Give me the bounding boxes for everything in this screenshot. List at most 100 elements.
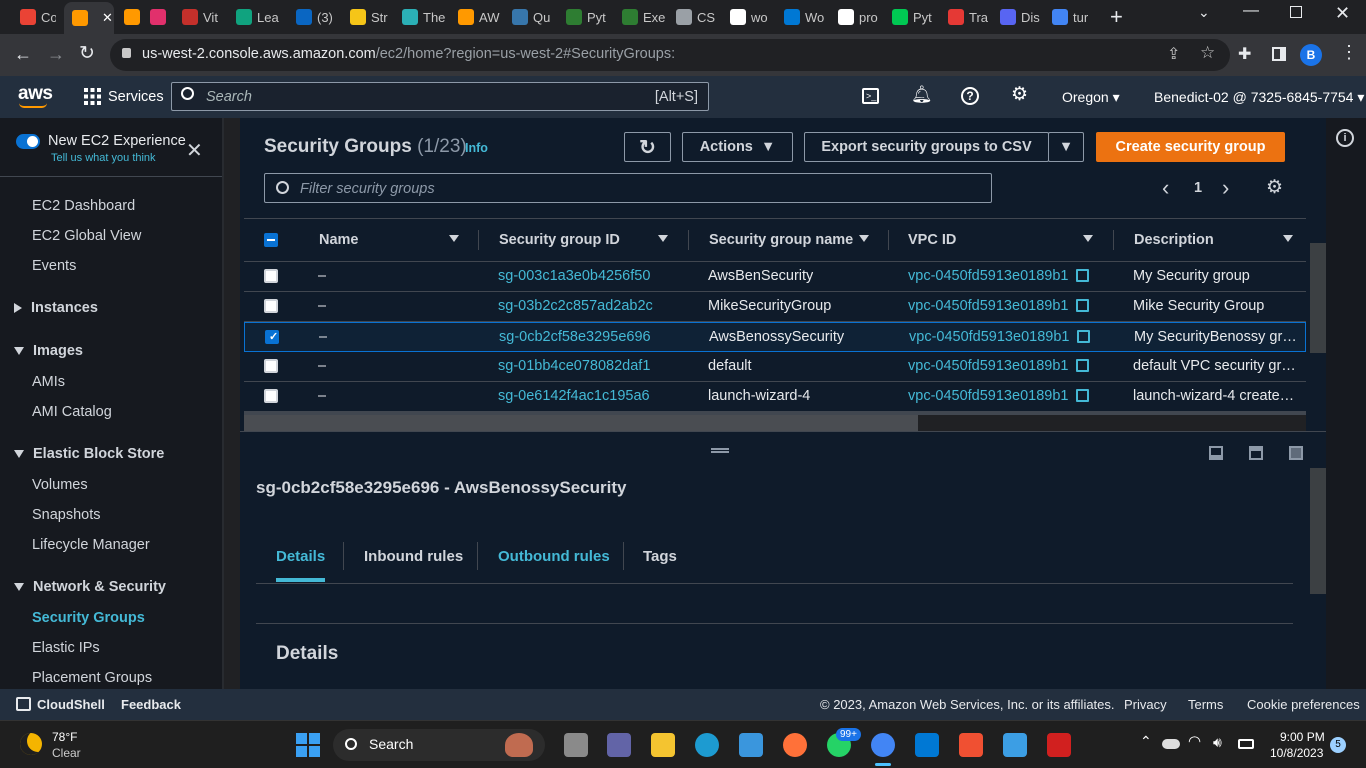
layout-bottom-icon[interactable] bbox=[1209, 446, 1223, 460]
export-csv-button[interactable]: Export security groups to CSV bbox=[804, 132, 1049, 162]
select-all-checkbox[interactable] bbox=[264, 233, 278, 247]
tab-search-icon[interactable]: ⌄ bbox=[1198, 4, 1210, 21]
browser-tab[interactable]: ✕ bbox=[64, 2, 114, 34]
cell-security-group-id[interactable]: sg-0cb2cf58e3295e696 bbox=[499, 329, 651, 345]
acrobat-icon[interactable] bbox=[1047, 733, 1071, 757]
aws-logo[interactable]: aws bbox=[18, 83, 53, 105]
table-vertical-scrollbar[interactable] bbox=[1310, 243, 1326, 353]
browser-tab[interactable]: Pyt bbox=[558, 4, 612, 30]
sidebar-link[interactable]: EC2 Global View bbox=[32, 228, 141, 244]
services-grid-icon[interactable] bbox=[84, 88, 101, 105]
browser-tab[interactable]: tur bbox=[1044, 4, 1094, 30]
browser-tab[interactable]: Lea bbox=[228, 4, 286, 30]
taskbar-search[interactable]: Search bbox=[333, 729, 545, 761]
share-icon[interactable]: ⇪ bbox=[1167, 44, 1180, 64]
browser-tab[interactable]: Tra bbox=[940, 4, 990, 30]
notepad-icon[interactable] bbox=[1003, 733, 1027, 757]
sort-icon[interactable] bbox=[1083, 235, 1093, 242]
row-checkbox[interactable] bbox=[264, 359, 278, 373]
sidebar-link[interactable]: AMIs bbox=[32, 374, 65, 390]
account-menu[interactable]: Benedict-02 @ 7325-6845-7754 ▾ bbox=[1154, 89, 1364, 106]
detail-tab[interactable]: Details bbox=[276, 548, 326, 582]
close-window-button[interactable]: ✕ bbox=[1335, 3, 1350, 24]
store-icon[interactable] bbox=[739, 733, 763, 757]
cell-vpc-id[interactable]: vpc-0450fd5913e0189b1 bbox=[908, 298, 1068, 314]
cell-security-group-id[interactable]: sg-03b2c2c857ad2ab2c bbox=[498, 298, 653, 314]
col-description[interactable]: Description bbox=[1134, 232, 1214, 248]
info-link[interactable]: Info bbox=[465, 141, 488, 155]
back-button[interactable]: ← bbox=[14, 44, 32, 65]
notification-count-badge[interactable]: 5 bbox=[1330, 737, 1346, 753]
col-security-group-id[interactable]: Security group ID bbox=[499, 232, 620, 248]
col-name[interactable]: Name bbox=[319, 232, 359, 248]
next-page-icon[interactable]: › bbox=[1222, 175, 1229, 201]
firefox-icon[interactable] bbox=[783, 733, 807, 757]
file-explorer-icon[interactable] bbox=[651, 733, 675, 757]
profile-avatar[interactable]: B bbox=[1300, 44, 1322, 66]
address-bar[interactable]: us-west-2.console.aws.amazon.com/ec2/hom… bbox=[110, 39, 1230, 71]
info-panel-icon[interactable]: i bbox=[1336, 129, 1354, 147]
cell-vpc-id[interactable]: vpc-0450fd5913e0189b1 bbox=[908, 268, 1068, 284]
table-row[interactable]: – sg-03b2c2c857ad2ab2c MikeSecurityGroup vp… bbox=[244, 292, 1306, 322]
sidebar-link[interactable]: Placement Groups bbox=[32, 670, 152, 686]
vscode-icon[interactable] bbox=[915, 733, 939, 757]
external-link-icon[interactable] bbox=[1076, 299, 1089, 312]
table-horizontal-scrollbar[interactable] bbox=[244, 415, 1306, 432]
browser-tab[interactable]: AW bbox=[450, 4, 502, 30]
row-checkbox[interactable] bbox=[264, 269, 278, 283]
bookmark-star-icon[interactable]: ☆ bbox=[1200, 43, 1215, 63]
browser-tab[interactable]: Ins bbox=[142, 4, 172, 30]
region-selector[interactable]: Oregon ▾ bbox=[1062, 89, 1120, 106]
row-checkbox[interactable]: ✓ bbox=[265, 330, 279, 344]
row-checkbox[interactable] bbox=[264, 299, 278, 313]
table-row[interactable]: – sg-01bb4ce078082daf1 default vpc-0450fd59… bbox=[244, 352, 1306, 382]
notifications-bell-icon[interactable]: 🔔︎ bbox=[911, 85, 933, 105]
sidebar-section[interactable]: Network & Security bbox=[14, 579, 166, 595]
col-resizer[interactable] bbox=[478, 230, 479, 250]
browser-tab[interactable]: Co bbox=[12, 4, 56, 30]
sidebar-link[interactable]: Volumes bbox=[32, 477, 88, 493]
page-number[interactable]: 1 bbox=[1194, 180, 1202, 196]
browser-tab[interactable]: wo bbox=[722, 4, 774, 30]
services-menu[interactable]: Services bbox=[108, 89, 164, 105]
new-experience-toggle[interactable] bbox=[16, 134, 40, 149]
col-security-group-name[interactable]: Security group name bbox=[709, 232, 853, 248]
cloudshell-link[interactable]: CloudShell bbox=[37, 697, 105, 712]
create-security-group-button[interactable]: Create security group bbox=[1096, 132, 1285, 162]
search-input[interactable]: Search bbox=[206, 89, 252, 105]
terms-link[interactable]: Terms bbox=[1188, 697, 1223, 712]
sort-icon[interactable] bbox=[1283, 235, 1293, 242]
cell-security-group-id[interactable]: sg-01bb4ce078082daf1 bbox=[498, 358, 650, 374]
col-resizer[interactable] bbox=[888, 230, 889, 250]
external-link-icon[interactable] bbox=[1076, 389, 1089, 402]
external-link-icon[interactable] bbox=[1077, 330, 1090, 343]
browser-tab[interactable]: CS bbox=[668, 4, 720, 30]
onedrive-cloud-icon[interactable] bbox=[1162, 739, 1180, 749]
sort-icon[interactable] bbox=[658, 235, 668, 242]
cookie-preferences-link[interactable]: Cookie preferences bbox=[1247, 697, 1360, 712]
browser-tab[interactable]: Wo bbox=[776, 4, 828, 30]
clock-date[interactable]: 10/8/2023 bbox=[1270, 746, 1323, 760]
weather-moon-icon[interactable] bbox=[20, 733, 42, 755]
detail-vertical-scrollbar[interactable] bbox=[1310, 468, 1326, 594]
actions-button[interactable]: Actions ▼ bbox=[682, 132, 793, 162]
sidebar-link[interactable]: Events bbox=[32, 258, 76, 274]
layout-full-icon[interactable] bbox=[1289, 446, 1303, 460]
layout-side-icon[interactable] bbox=[1249, 446, 1263, 460]
extensions-icon[interactable]: ✚ bbox=[1238, 44, 1251, 64]
clock-time[interactable]: 9:00 PM bbox=[1280, 730, 1325, 744]
col-resizer[interactable] bbox=[688, 230, 689, 250]
sidebar-section[interactable]: Instances bbox=[14, 300, 98, 316]
browser-tab[interactable]: Str bbox=[342, 4, 392, 30]
sidebar-section[interactable]: Elastic Block Store bbox=[14, 446, 164, 462]
wifi-icon[interactable]: ◠ bbox=[1188, 732, 1201, 750]
feedback-link[interactable]: Feedback bbox=[121, 697, 181, 712]
sort-icon[interactable] bbox=[859, 235, 869, 242]
browser-tab[interactable]: Vit bbox=[174, 4, 226, 30]
browser-tab[interactable] bbox=[116, 4, 140, 30]
sidebar-link[interactable]: EC2 Dashboard bbox=[32, 198, 135, 214]
sidebar-link[interactable]: Lifecycle Manager bbox=[32, 537, 150, 553]
sidebar-link[interactable]: Snapshots bbox=[32, 507, 101, 523]
restore-button[interactable] bbox=[1290, 6, 1302, 18]
cloudshell-icon[interactable]: >_ bbox=[862, 88, 879, 104]
